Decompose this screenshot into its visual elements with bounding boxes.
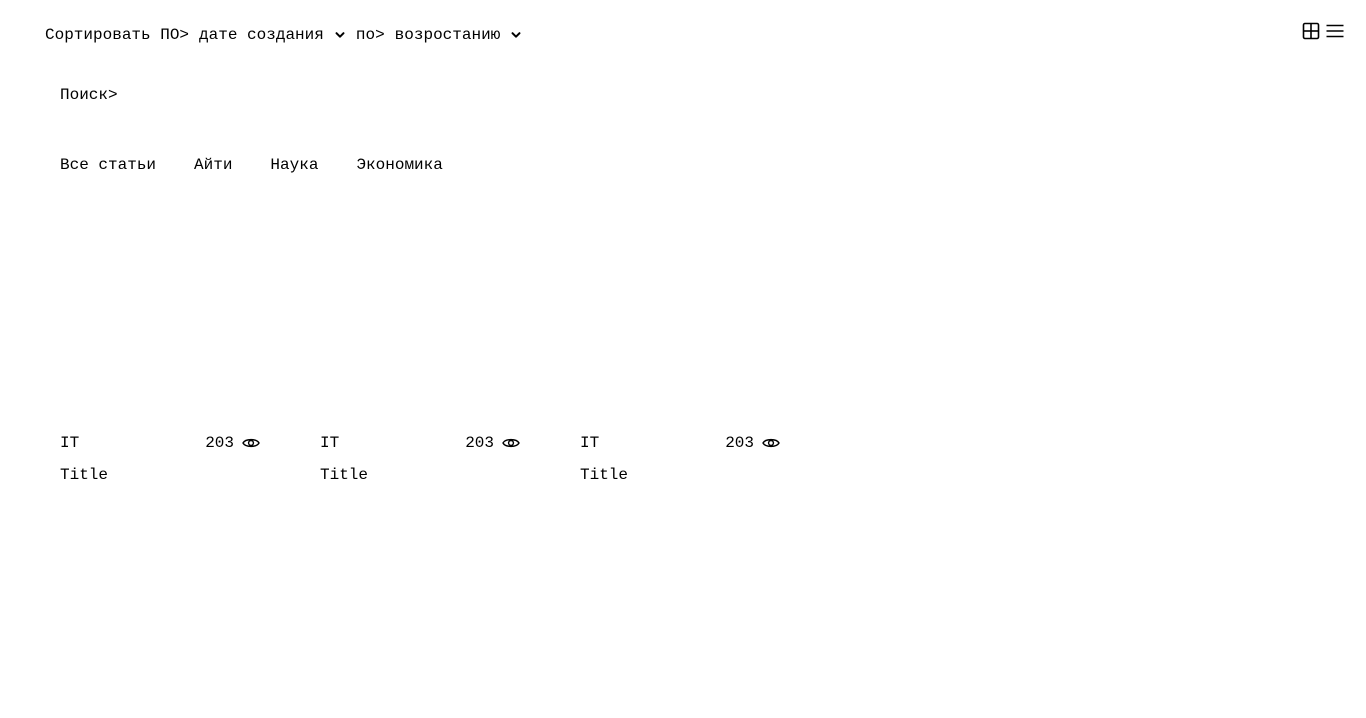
views-count: 203 <box>725 434 754 452</box>
sort-order-value: возростанию <box>394 26 501 44</box>
grid-icon[interactable] <box>1302 22 1320 40</box>
article-views: 203 <box>205 434 260 452</box>
chevron-down-icon <box>334 29 346 41</box>
article-category: IT <box>60 434 80 452</box>
article-title: Title <box>320 466 369 484</box>
eye-icon <box>762 436 780 450</box>
eye-icon <box>242 436 260 450</box>
tab-it[interactable]: Айти <box>194 154 232 176</box>
category-tabs: Все статьи Айти Наука Экономика <box>60 154 443 176</box>
search-input[interactable]: Поиск> <box>60 84 118 106</box>
article-list: IT 203 Title IT 203 Title IT 203 Title <box>60 432 780 486</box>
views-count: 203 <box>465 434 494 452</box>
views-count: 203 <box>205 434 234 452</box>
view-toggle <box>1302 22 1344 40</box>
article-card[interactable]: IT 203 Title <box>580 432 780 486</box>
tab-science[interactable]: Наука <box>270 154 318 176</box>
article-card[interactable]: IT 203 Title <box>320 432 520 486</box>
article-category: IT <box>320 434 340 452</box>
sort-order-select[interactable]: возростанию <box>395 24 533 46</box>
sort-field-select[interactable]: дате создания <box>199 24 356 46</box>
sort-field-value: дате создания <box>199 26 324 44</box>
articles-page: Сортировать ПО> дате создания по> возрос… <box>0 0 1366 718</box>
sort-label: Сортировать ПО> <box>45 26 190 44</box>
article-title: Title <box>60 466 109 484</box>
eye-icon <box>502 436 520 450</box>
sort-order-label: по> <box>355 26 385 44</box>
article-title: Title <box>580 466 629 484</box>
article-views: 203 <box>725 434 780 452</box>
chevron-down-icon <box>510 29 522 41</box>
tab-economics[interactable]: Экономика <box>356 154 442 176</box>
sort-bar: Сортировать ПО> дате создания по> возрос… <box>45 24 532 46</box>
list-icon[interactable] <box>1326 22 1344 40</box>
article-category: IT <box>580 434 600 452</box>
article-card[interactable]: IT 203 Title <box>60 432 260 486</box>
article-views: 203 <box>465 434 520 452</box>
tab-all-articles[interactable]: Все статьи <box>60 154 156 176</box>
